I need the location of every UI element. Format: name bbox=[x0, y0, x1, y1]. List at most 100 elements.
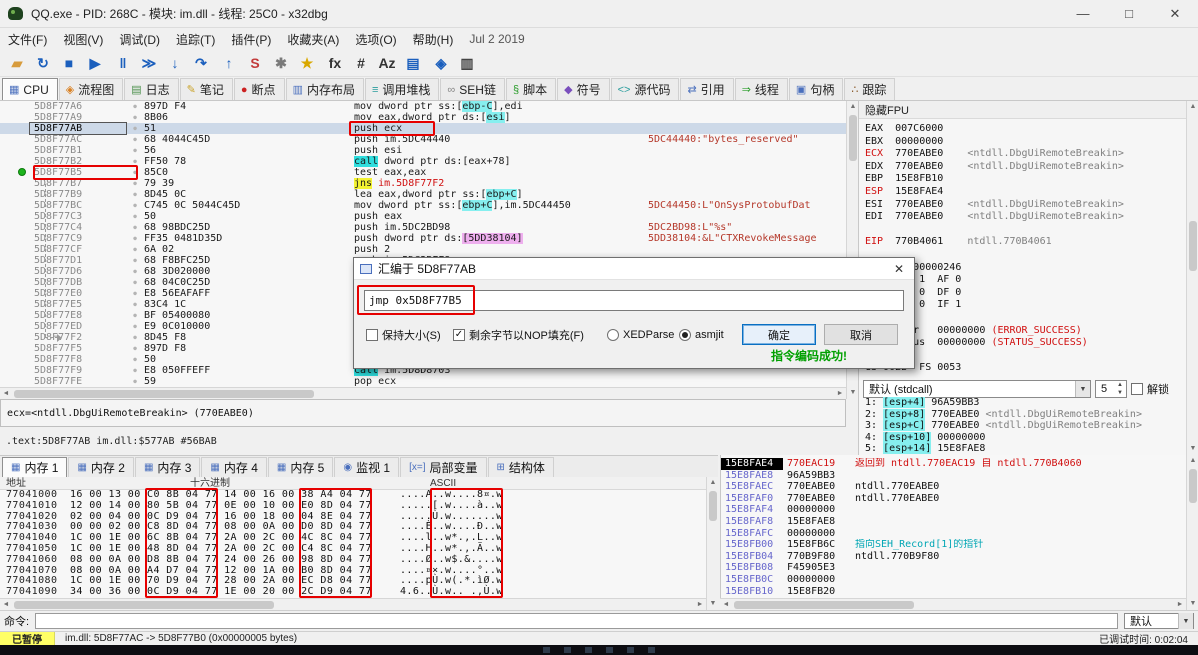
terminal-icon[interactable]: ▥ bbox=[454, 52, 480, 75]
dialog-close-button[interactable]: ✕ bbox=[884, 258, 914, 280]
stack-row[interactable]: 15E8FAE8 96A59BB3 bbox=[721, 470, 1186, 482]
argument-line[interactable]: 1: [esp+4] 96A59BB3 bbox=[865, 397, 1194, 409]
stack-row[interactable]: 15E8FAFC 00000000 bbox=[721, 528, 1186, 540]
breakpoint-dot-icon[interactable] bbox=[18, 168, 26, 176]
stack-hscrollbar[interactable]: ◄ ► bbox=[720, 598, 1186, 610]
bottom-tab[interactable]: ▦ 内存 2 bbox=[68, 457, 134, 477]
disasm-hscrollbar[interactable]: ◄ ► bbox=[0, 387, 846, 399]
open-file-icon[interactable]: ▰ bbox=[4, 52, 30, 75]
step-into-icon[interactable]: ↓ bbox=[162, 52, 188, 75]
disasm-row[interactable]: 5D8F77CF ● 6A 02 push 2 bbox=[0, 244, 846, 255]
bottom-tab[interactable]: ▦ 内存 3 bbox=[134, 457, 201, 477]
memory-dump-view[interactable]: 地址 十六进制 ASCII 77041000 16 00 13 00 C0 8B… bbox=[0, 477, 706, 610]
scroll-down-icon[interactable]: ▼ bbox=[1187, 598, 1198, 610]
register-line[interactable]: EDX 770EABE0 <ntdll.DbgUiRemoteBreakin> bbox=[865, 161, 1184, 174]
asmjit-radio[interactable] bbox=[679, 328, 691, 341]
breakpoint-margin[interactable] bbox=[0, 288, 30, 299]
stack-vscrollbar[interactable]: ▲ ▼ bbox=[1186, 455, 1198, 610]
stack-row[interactable]: 15E8FB0C 00000000 bbox=[721, 574, 1186, 586]
execute-till-return-icon[interactable]: ↑ bbox=[216, 52, 242, 75]
stack-row[interactable]: 15E8FAF4 00000000 bbox=[721, 504, 1186, 516]
menu-item[interactable]: 收藏夹(A) bbox=[279, 29, 347, 50]
close-button[interactable]: ✕ bbox=[1152, 0, 1198, 28]
stack-row[interactable]: 15E8FAE4 770EAC19 返回到 ntdll.770EAC19 自 n… bbox=[721, 458, 1186, 470]
register-line[interactable]: EBP 15E8FB10 bbox=[865, 173, 1184, 186]
minimize-button[interactable]: — bbox=[1060, 0, 1106, 28]
disasm-row[interactable]: 5D8F77BC ● C745 0C 5044C45D mov dword pt… bbox=[0, 200, 846, 211]
breakpoint-margin[interactable] bbox=[0, 255, 30, 266]
stop-icon[interactable]: ■ bbox=[56, 52, 82, 75]
memory-hscrollbar[interactable]: ◄ ► bbox=[0, 598, 706, 610]
menu-item[interactable]: 帮助(H) bbox=[405, 29, 462, 50]
pause-icon[interactable]: ‖ bbox=[110, 52, 136, 75]
nop-fill-checkbox[interactable]: ✓ bbox=[453, 328, 465, 341]
chevron-down-icon[interactable]: ▼ bbox=[1075, 381, 1090, 397]
convention-dropdown[interactable]: 默认 (stdcall) ▼ bbox=[863, 380, 1091, 398]
register-line[interactable]: ESP 15E8FAE4 bbox=[865, 186, 1184, 199]
breakpoint-margin[interactable] bbox=[0, 178, 30, 189]
run-icon[interactable]: ▶ bbox=[82, 52, 108, 75]
breakpoint-margin[interactable] bbox=[0, 266, 30, 277]
disasm-row[interactable]: 5D8F77FE ● 59 pop ecx bbox=[0, 376, 846, 387]
disasm-row[interactable]: 5D8F77A9 ● 8B06 mov eax,dword ptr ds:[es… bbox=[0, 112, 846, 123]
breakpoint-margin[interactable] bbox=[0, 277, 30, 288]
register-line[interactable]: EDI 770EABE0 <ntdll.DbgUiRemoteBreakin> bbox=[865, 211, 1184, 224]
memory-row[interactable]: 77041010 12 00 14 00 80 5B 04 77 0E 00 1… bbox=[0, 500, 706, 512]
asmjit-option[interactable]: asmjit bbox=[679, 324, 724, 345]
assemble-fx-icon[interactable]: fx bbox=[322, 52, 348, 75]
register-line[interactable]: ECX 770EABE0 <ntdll.DbgUiRemoteBreakin> bbox=[865, 148, 1184, 161]
breakpoint-margin[interactable] bbox=[0, 200, 30, 211]
breakpoint-margin[interactable] bbox=[0, 310, 30, 321]
disasm-row[interactable]: 5D8F77B2 ● FF50 78 call dword ptr ds:[ea… bbox=[0, 156, 846, 167]
chevron-down-icon[interactable]: ▼ bbox=[1178, 613, 1193, 629]
xedparse-radio[interactable] bbox=[607, 328, 619, 341]
nop-fill-option[interactable]: ✓ 剩余字节以NOP填充(F) bbox=[453, 324, 584, 345]
argument-line[interactable]: 3: [esp+C] 770EABE0 <ntdll.DbgUiRemoteBr… bbox=[865, 420, 1194, 432]
maximize-button[interactable]: □ bbox=[1106, 0, 1152, 28]
view-tab[interactable]: ✎ 笔记 bbox=[179, 78, 233, 100]
disasm-row[interactable]: 5D8F77AB ● 51 push ecx bbox=[0, 122, 846, 135]
breakpoint-margin[interactable] bbox=[0, 299, 30, 310]
arg-count-spinner[interactable]: 5 ▲ ▼ bbox=[1095, 380, 1127, 398]
bottom-tab[interactable]: ⊞ 结构体 bbox=[487, 457, 554, 477]
stack-view[interactable]: 15E8FAE4 770EAC19 返回到 ntdll.770EAC19 自 n… bbox=[720, 455, 1186, 598]
strings-az-icon[interactable]: Az bbox=[374, 52, 400, 75]
disasm-row[interactable]: 5D8F77B7 ● 79 39 jns im.5D8F77F2 bbox=[0, 178, 846, 189]
stack-row[interactable]: 15E8FB08 F45905E3 bbox=[721, 562, 1186, 574]
menu-item[interactable]: 插件(P) bbox=[223, 29, 279, 50]
view-tab[interactable]: ● 断点 bbox=[233, 78, 285, 100]
graph-icon[interactable]: ◈ bbox=[428, 52, 454, 75]
stack-row[interactable]: 15E8FAF0 770EABE0 ntdll.770EABE0 bbox=[721, 493, 1186, 505]
breakpoints-hash-icon[interactable]: # bbox=[348, 52, 374, 75]
stack-row[interactable]: 15E8FB00 15E8FB6C 指向SEH_Record[1]的指针 bbox=[721, 539, 1186, 551]
assemble-input[interactable] bbox=[364, 290, 904, 311]
scroll-down-icon[interactable]: ▼ bbox=[1187, 443, 1198, 455]
menu-item[interactable]: 调试(D) bbox=[111, 29, 168, 50]
menu-item[interactable]: 视图(V) bbox=[55, 29, 111, 50]
unlock-checkbox[interactable] bbox=[1131, 383, 1143, 395]
disasm-row[interactable]: 5D8F77A6 ● 897D F4 mov dword ptr ss:[ebp… bbox=[0, 101, 846, 112]
view-tab[interactable]: § 脚本 bbox=[505, 78, 557, 100]
view-tab[interactable]: ≡ 调用堆栈 bbox=[364, 78, 440, 100]
breakpoint-margin[interactable] bbox=[0, 222, 30, 233]
view-tab[interactable]: ⇒ 线程 bbox=[734, 78, 788, 100]
memory-row[interactable]: 77041060 08 00 0A 00 D8 8B 04 77 24 00 2… bbox=[0, 554, 706, 566]
memory-vscrollbar[interactable]: ▲ ▼ bbox=[706, 477, 718, 610]
breakpoint-margin[interactable] bbox=[0, 101, 30, 112]
bottom-tab[interactable]: ▦ 内存 5 bbox=[267, 457, 334, 477]
disasm-row[interactable]: 5D8F77B5 ● 85C0 test eax,eax bbox=[0, 167, 846, 178]
dialog-titlebar[interactable]: 汇编于 5D8F77AB ✕ bbox=[354, 258, 914, 280]
restart-icon[interactable]: ↻ bbox=[30, 52, 56, 75]
breakpoint-margin[interactable] bbox=[0, 112, 30, 123]
menu-item[interactable]: 追踪(T) bbox=[168, 29, 223, 50]
run-trace-icon[interactable]: ≫ bbox=[136, 52, 162, 75]
view-tab[interactable]: ▣ 句柄 bbox=[788, 78, 844, 100]
breakpoint-margin[interactable] bbox=[0, 134, 30, 145]
breakpoint-margin[interactable] bbox=[0, 332, 30, 343]
keep-size-option[interactable]: 保持大小(S) bbox=[366, 324, 441, 345]
spinner-arrows-icon[interactable]: ▲ ▼ bbox=[1114, 381, 1126, 397]
register-line[interactable] bbox=[865, 224, 1184, 237]
command-preset-dropdown[interactable]: 默认 ▼ bbox=[1124, 613, 1194, 629]
argument-line[interactable]: 4: [esp+10] 00000000 bbox=[865, 431, 1194, 444]
disasm-row[interactable]: 5D8F77B1 ● 56 push esi bbox=[0, 145, 846, 156]
